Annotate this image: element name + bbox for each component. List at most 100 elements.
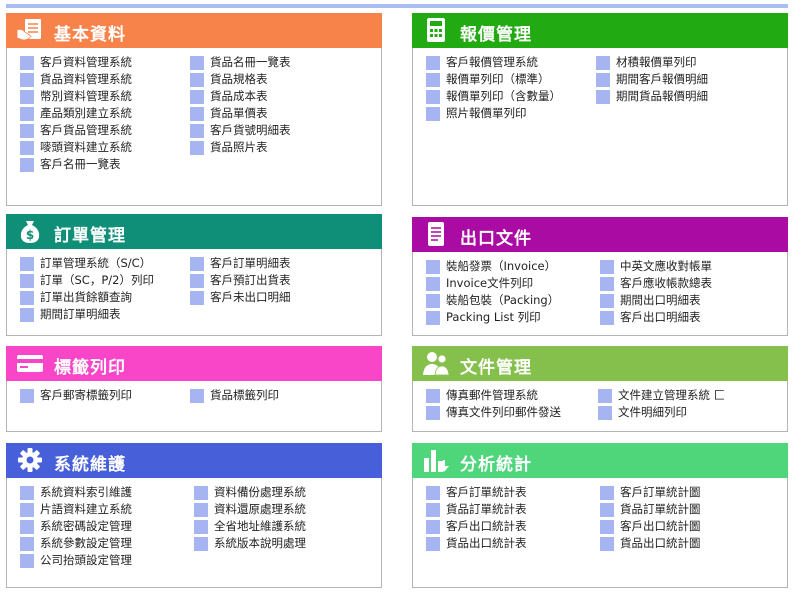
- panel-header: 報價管理: [412, 13, 788, 48]
- bullet-square-icon: [194, 520, 208, 534]
- menu-item[interactable]: 客戶出口統計表: [426, 518, 527, 535]
- menu-item[interactable]: 文件建立管理系統 匚: [598, 387, 725, 404]
- menu-item-label: 文件建立管理系統 匚: [618, 388, 726, 402]
- menu-item[interactable]: 報價單列印（含數量）: [426, 88, 561, 105]
- panel-column-left: 訂單管理系統（S/C） 訂單（SC，P/2）列印 訂單出貨餘額查詢期間訂單明細表: [20, 255, 154, 323]
- menu-item-label: 貨品訂單統計圖: [620, 502, 701, 516]
- menu-item-label: 貨品規格表: [210, 72, 268, 86]
- menu-item[interactable]: 客戶名冊一覽表: [20, 156, 132, 173]
- menu-item[interactable]: 文件明細列印: [598, 404, 725, 421]
- bullet-square-icon: [190, 56, 204, 70]
- menu-item[interactable]: 期間訂單明細表: [20, 306, 154, 323]
- menu-item[interactable]: 系統版本說明處理: [194, 535, 306, 552]
- menu-item-label: 貨品名冊一覽表: [210, 55, 291, 69]
- menu-item-label: 貨品標籤列印: [210, 388, 279, 402]
- panel-column-right: 貨品標籤列印: [190, 387, 279, 404]
- menu-item[interactable]: 貨品訂單統計圖: [600, 501, 701, 518]
- menu-item[interactable]: 貨品單價表: [190, 105, 291, 122]
- menu-item[interactable]: 期間出口明細表: [600, 292, 712, 309]
- menu-item[interactable]: 報價單列印（標準）: [426, 71, 561, 88]
- menu-item[interactable]: 客戶訂單明細表: [190, 255, 291, 272]
- menu-item[interactable]: 貨品訂單統計表: [426, 501, 527, 518]
- menu-item[interactable]: 貨品規格表: [190, 71, 291, 88]
- menu-item-label: 客戶預訂出貨表: [210, 273, 291, 287]
- users-icon: [423, 352, 450, 376]
- menu-item[interactable]: 嘜頭資料建立系統: [20, 139, 132, 156]
- menu-item[interactable]: 傳真郵件管理系統: [426, 387, 561, 404]
- menu-item[interactable]: 客戶預訂出貨表: [190, 272, 291, 289]
- menu-item[interactable]: 貨品資料管理系統: [20, 71, 132, 88]
- menu-item[interactable]: 訂單管理系統（S/C）: [20, 255, 154, 272]
- bullet-square-icon: [20, 520, 34, 534]
- menu-item-label: 裝船包裝（Packing）: [446, 293, 560, 307]
- menu-item[interactable]: 期間客戶報價明細: [596, 71, 708, 88]
- menu-item[interactable]: 貨品標籤列印: [190, 387, 279, 404]
- menu-item-label: 客戶出口統計圖: [620, 519, 701, 533]
- menu-item[interactable]: 系統參數設定管理: [20, 535, 132, 552]
- menu-item-label: 訂單出貨餘額查詢: [40, 290, 132, 304]
- menu-item[interactable]: 裝船包裝（Packing）: [426, 292, 559, 309]
- menu-item[interactable]: 客戶應收帳款總表: [600, 275, 712, 292]
- calculator-icon: [427, 18, 445, 42]
- menu-item[interactable]: 貨品出口統計圖: [600, 535, 701, 552]
- menu-item[interactable]: 貨品出口統計表: [426, 535, 527, 552]
- menu-item[interactable]: 公司抬頭設定管理: [20, 552, 132, 569]
- menu-item[interactable]: 訂單（SC，P/2）列印: [20, 272, 154, 289]
- menu-item[interactable]: 材積報價單列印: [596, 54, 708, 71]
- panel-title: 分析統計: [460, 455, 532, 475]
- menu-item[interactable]: 中英文應收對帳單: [600, 258, 712, 275]
- svg-text:$: $: [26, 228, 34, 242]
- bullet-square-icon: [190, 73, 204, 87]
- menu-item[interactable]: 系統資料索引維護: [20, 484, 132, 501]
- menu-item[interactable]: 期間貨品報價明細: [596, 88, 708, 105]
- menu-item[interactable]: 產品類別建立系統: [20, 105, 132, 122]
- bullet-square-icon: [596, 90, 610, 104]
- menu-item-label: 文件明細列印: [618, 405, 687, 419]
- bullet-square-icon: [600, 537, 614, 551]
- bullet-square-icon: [20, 141, 34, 155]
- menu-item[interactable]: 訂單出貨餘額查詢: [20, 289, 154, 306]
- menu-item[interactable]: 客戶訂單統計表: [426, 484, 527, 501]
- bullet-square-icon: [20, 503, 34, 517]
- menu-item[interactable]: 貨品名冊一覽表: [190, 54, 291, 71]
- panel-column-left: 客戶報價管理系統 報價單列印（標準） 報價單列印（含數量） 照片報價單列印: [426, 54, 561, 122]
- menu-item[interactable]: 照片報價單列印: [426, 105, 561, 122]
- menu-item[interactable]: 傳真文件列印郵件發送: [426, 404, 561, 421]
- menu-item[interactable]: 客戶資料管理系統: [20, 54, 132, 71]
- menu-item[interactable]: 片語資料建立系統: [20, 501, 132, 518]
- menu-item[interactable]: 資料還原處理系統: [194, 501, 306, 518]
- menu-item[interactable]: 幣別資料管理系統: [20, 88, 132, 105]
- menu-item[interactable]: 客戶貨品管理系統: [20, 122, 132, 139]
- bullet-square-icon: [596, 73, 610, 87]
- menu-item[interactable]: 客戶出口明細表: [600, 309, 712, 326]
- menu-item[interactable]: Packing List 列印: [426, 309, 559, 326]
- menu-item[interactable]: Invoice文件列印: [426, 275, 559, 292]
- menu-item[interactable]: 客戶報價管理系統: [426, 54, 561, 71]
- menu-item[interactable]: 系統密碼設定管理: [20, 518, 132, 535]
- bullet-square-icon: [426, 294, 440, 308]
- menu-item[interactable]: 裝船發票（Invoice）: [426, 258, 559, 275]
- bullet-square-icon: [20, 124, 34, 138]
- menu-item[interactable]: 全省地址維護系統: [194, 518, 306, 535]
- bar-chart-icon: [424, 450, 449, 472]
- menu-item[interactable]: 客戶貨號明細表: [190, 122, 291, 139]
- menu-item[interactable]: 貨品成本表: [190, 88, 291, 105]
- menu-item[interactable]: 客戶出口統計圖: [600, 518, 701, 535]
- menu-item-label: 產品類別建立系統: [40, 106, 132, 120]
- menu-item-label: 傳真文件列印郵件發送: [446, 405, 561, 419]
- menu-item[interactable]: 客戶訂單統計圖: [600, 484, 701, 501]
- menu-item[interactable]: 客戶郵寄標籤列印: [20, 387, 132, 404]
- menu-item[interactable]: 客戶未出口明細: [190, 289, 291, 306]
- bullet-square-icon: [426, 56, 440, 70]
- menu-item-label: 照片報價單列印: [446, 106, 527, 120]
- panel-title: 系統維護: [54, 455, 126, 475]
- credit-card-icon: [17, 355, 43, 372]
- panel-title: 文件管理: [460, 358, 532, 378]
- bullet-square-icon: [20, 389, 34, 403]
- menu-item-label: 資料還原處理系統: [214, 502, 306, 516]
- menu-item-label: 貨品照片表: [210, 140, 268, 154]
- menu-item[interactable]: 資料備份處理系統: [194, 484, 306, 501]
- menu-item[interactable]: 貨品照片表: [190, 139, 291, 156]
- menu-item-label: 客戶未出口明細: [210, 290, 291, 304]
- menu-item-label: 貨品資料管理系統: [40, 72, 132, 86]
